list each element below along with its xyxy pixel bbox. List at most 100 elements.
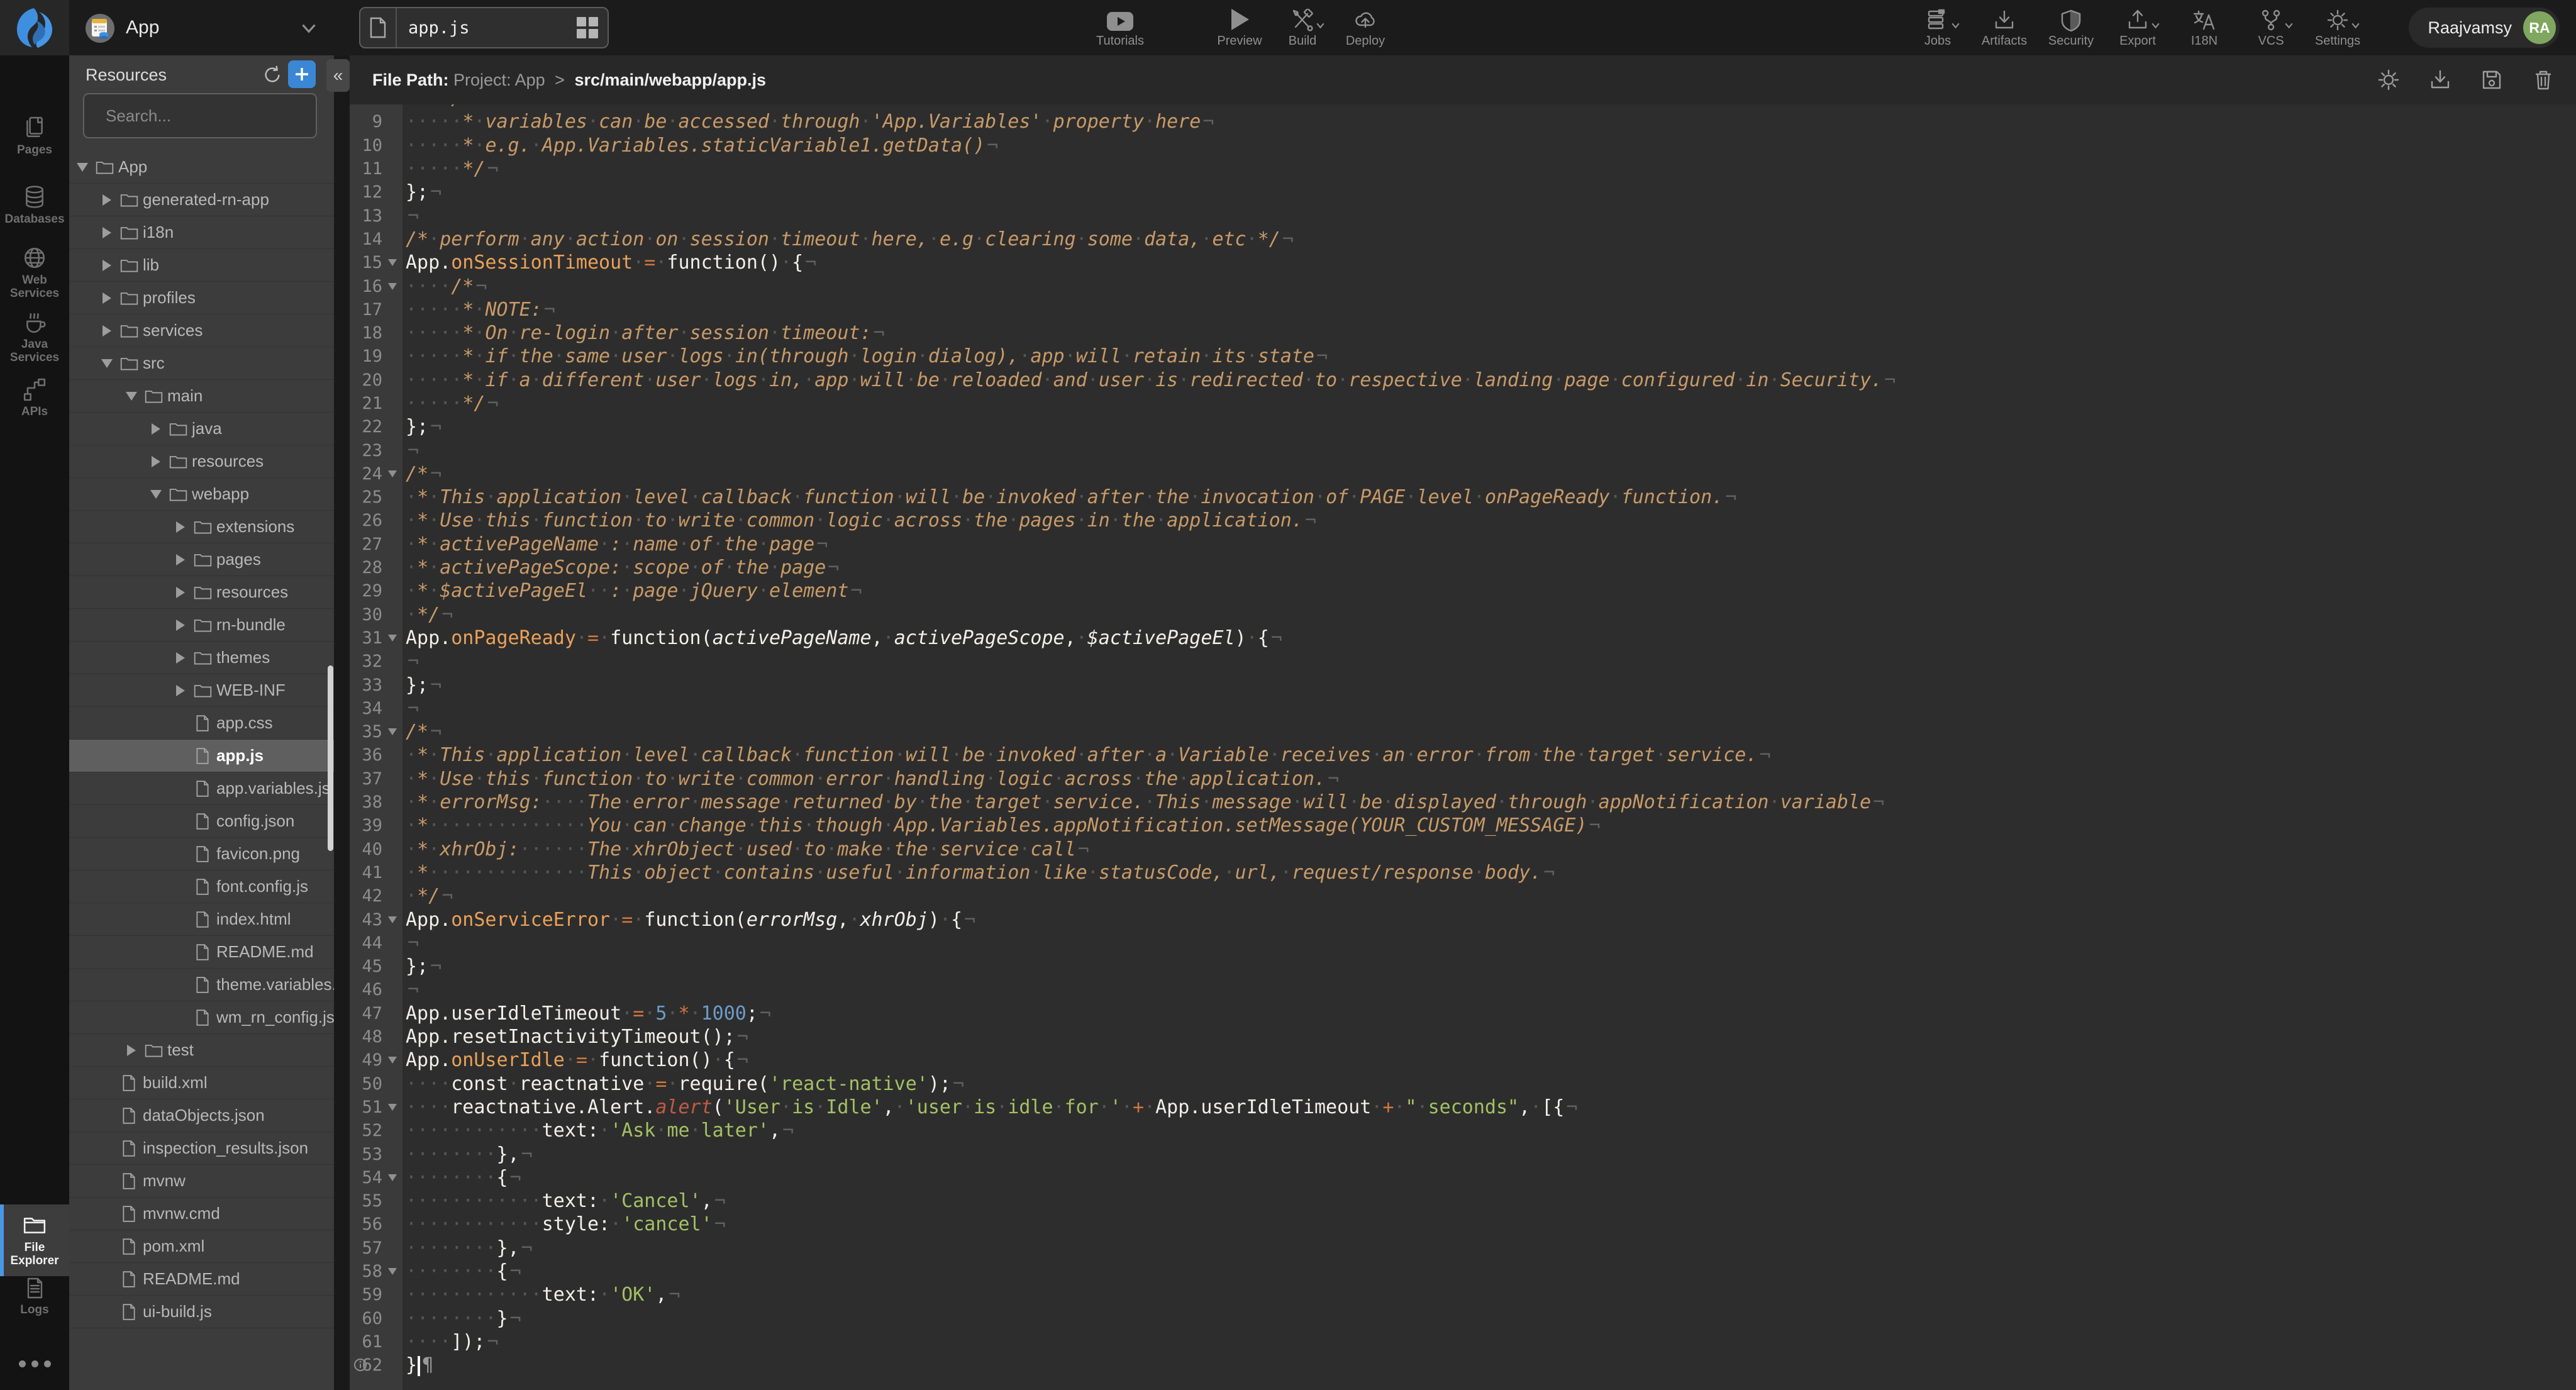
caret-collapsed-icon[interactable] xyxy=(147,423,165,435)
code-line-41[interactable]: 41·*··············This·object·contains·u… xyxy=(350,861,2576,884)
tree-row-app[interactable]: App xyxy=(69,151,334,184)
code-line-53[interactable]: 53········},¬ xyxy=(350,1142,2576,1165)
tree-row-mvnw-cmd[interactable]: mvnw.cmd xyxy=(69,1198,334,1230)
code-editor[interactable]: 8····/*¬9·····*·variables·can·be·accesse… xyxy=(350,104,2576,1390)
tree-row-profiles[interactable]: profiles xyxy=(69,282,334,314)
tree-row-readme-md[interactable]: README.md xyxy=(69,1263,334,1296)
grid-icon[interactable] xyxy=(576,16,599,39)
vcs-button[interactable]: VCS xyxy=(2244,5,2298,48)
code-line-60[interactable]: 60········}¬ xyxy=(350,1306,2576,1330)
caret-collapsed-icon[interactable] xyxy=(97,260,116,271)
tree-row-services[interactable]: services xyxy=(69,314,334,347)
code-line-28[interactable]: 28·*·activePageScope:·scope·of·the·page¬ xyxy=(350,556,2576,579)
caret-collapsed-icon[interactable] xyxy=(171,554,190,565)
tree-row-webapp[interactable]: webapp xyxy=(69,478,334,511)
tree-row-index-html[interactable]: index.html xyxy=(69,903,334,936)
sidebar-item-java-services[interactable]: JavaServices xyxy=(0,310,69,364)
caret-collapsed-icon[interactable] xyxy=(147,456,165,467)
code-line-30[interactable]: 30·*/¬ xyxy=(350,603,2576,626)
fold-caret-icon[interactable] xyxy=(382,635,402,642)
code-line-42[interactable]: 42·*/¬ xyxy=(350,884,2576,908)
build-button[interactable]: Build xyxy=(1275,5,1330,48)
code-line-43[interactable]: 43App.onServiceError·=·function(errorMsg… xyxy=(350,908,2576,931)
code-line-32[interactable]: 32¬ xyxy=(350,650,2576,673)
code-line-9[interactable]: 9·····*·variables·can·be·accessed·throug… xyxy=(350,110,2576,133)
code-line-25[interactable]: 25·*·This·application·level·callback·fun… xyxy=(350,486,2576,509)
sidebar-item-apis[interactable]: APIs xyxy=(0,377,69,418)
search-input[interactable] xyxy=(104,106,318,126)
tree-row-favicon-png[interactable]: favicon.png xyxy=(69,838,334,870)
tree-row-app-variables-js[interactable]: app.variables.js xyxy=(69,772,334,805)
tab-app-js[interactable]: app.js xyxy=(359,7,609,48)
code-line-62[interactable]: 62}¶ xyxy=(350,1354,2576,1377)
code-line-14[interactable]: 14/*·perform·any·action·on·session·timeo… xyxy=(350,228,2576,251)
caret-collapsed-icon[interactable] xyxy=(171,685,190,696)
collapse-panel-button[interactable]: « xyxy=(326,59,350,92)
tree-row-rn-bundle[interactable]: rn-bundle xyxy=(69,609,334,642)
code-line-50[interactable]: 50····const·reactnative·=·require('react… xyxy=(350,1072,2576,1095)
tree-row-test[interactable]: test xyxy=(69,1034,334,1067)
info-annotation-icon[interactable] xyxy=(353,1357,368,1372)
code-line-47[interactable]: 47App.userIdleTimeout·=·5·*·1000;¬ xyxy=(350,1002,2576,1025)
jobs-button[interactable]: Jobs xyxy=(1911,5,1965,48)
code-line-21[interactable]: 21·····*/¬ xyxy=(350,392,2576,415)
code-line-35[interactable]: 35/*¬ xyxy=(350,720,2576,743)
tree-row-lib[interactable]: lib xyxy=(69,249,334,282)
tree-row-i18n[interactable]: i18n xyxy=(69,216,334,249)
caret-collapsed-icon[interactable] xyxy=(171,652,190,664)
code-line-18[interactable]: 18·····*·On·re-login·after·session·timeo… xyxy=(350,321,2576,345)
code-line-55[interactable]: 55············text:·'Cancel',¬ xyxy=(350,1189,2576,1213)
sidebar-item-file-explorer[interactable]: FileExplorer xyxy=(0,1204,69,1276)
code-line-45[interactable]: 45};¬ xyxy=(350,955,2576,978)
tree-row-theme-variables-less[interactable]: theme.variables.less xyxy=(69,969,334,1001)
caret-expanded-icon[interactable] xyxy=(73,163,92,172)
code-line-15[interactable]: 15App.onSessionTimeout·=·function()·{¬ xyxy=(350,251,2576,274)
security-button[interactable]: Security xyxy=(2044,5,2098,48)
tree-row-build-xml[interactable]: build.xml xyxy=(69,1067,334,1099)
file-download-button[interactable] xyxy=(2429,69,2451,91)
code-line-57[interactable]: 57········},¬ xyxy=(350,1237,2576,1260)
tree-row-font-config-js[interactable]: font.config.js xyxy=(69,870,334,903)
caret-collapsed-icon[interactable] xyxy=(171,620,190,631)
tree-row-java[interactable]: java xyxy=(69,413,334,445)
caret-collapsed-icon[interactable] xyxy=(97,325,116,336)
code-line-16[interactable]: 16····/*¬ xyxy=(350,274,2576,297)
user-menu[interactable]: Raajvamsy RA xyxy=(2409,8,2560,48)
code-line-39[interactable]: 39·*··············You·can·change·this·th… xyxy=(350,814,2576,837)
code-line-24[interactable]: 24/*¬ xyxy=(350,462,2576,486)
deploy-button[interactable]: Deploy xyxy=(1338,5,1392,48)
tree-row-mvnw[interactable]: mvnw xyxy=(69,1165,334,1198)
code-line-17[interactable]: 17·····*·NOTE:¬ xyxy=(350,298,2576,321)
brand-logo-tile[interactable] xyxy=(0,0,69,55)
i18n-button[interactable]: I18N xyxy=(2177,5,2231,48)
code-line-19[interactable]: 19·····*·if·the·same·user·logs·in(throug… xyxy=(350,345,2576,368)
tree-scrollbar[interactable] xyxy=(328,665,333,851)
file-delete-button[interactable] xyxy=(2532,69,2555,91)
fold-caret-icon[interactable] xyxy=(382,728,402,735)
code-line-58[interactable]: 58········{¬ xyxy=(350,1260,2576,1283)
export-button[interactable]: Export xyxy=(2111,5,2165,48)
artifacts-button[interactable]: Artifacts xyxy=(1977,5,2031,48)
file-save-button[interactable] xyxy=(2480,69,2503,91)
code-line-48[interactable]: 48App.resetInactivityTimeout();¬ xyxy=(350,1025,2576,1048)
fold-caret-icon[interactable] xyxy=(382,1104,402,1111)
panel-resize-strip[interactable] xyxy=(334,55,350,1390)
code-line-29[interactable]: 29·*·$activePageEl··:·page·jQuery·elemen… xyxy=(350,579,2576,603)
fold-caret-icon[interactable] xyxy=(382,1268,402,1275)
refresh-icon[interactable] xyxy=(262,64,283,86)
preview-button[interactable]: Preview xyxy=(1213,5,1267,48)
code-line-46[interactable]: 46¬ xyxy=(350,978,2576,1001)
tree-row-wm-rn-config-js[interactable]: wm_rn_config.js xyxy=(69,1001,334,1034)
tree-row-resources[interactable]: resources xyxy=(69,445,334,478)
project-avatar[interactable] xyxy=(86,14,114,43)
project-chevron-down-icon[interactable] xyxy=(297,16,321,40)
tree-row-config-json[interactable]: config.json xyxy=(69,805,334,838)
code-line-22[interactable]: 22};¬ xyxy=(350,415,2576,438)
code-line-38[interactable]: 38·*·errorMsg:····The·error·message·retu… xyxy=(350,791,2576,814)
fold-caret-icon[interactable] xyxy=(382,1174,402,1181)
code-line-12[interactable]: 12};¬ xyxy=(350,181,2576,204)
sidebar-item-web-services[interactable]: WebServices xyxy=(0,246,69,300)
code-line-11[interactable]: 11·····*/¬ xyxy=(350,157,2576,181)
code-line-37[interactable]: 37·*·Use·this·function·to·write·common·e… xyxy=(350,767,2576,791)
sidebar-more-button[interactable] xyxy=(0,1360,69,1367)
